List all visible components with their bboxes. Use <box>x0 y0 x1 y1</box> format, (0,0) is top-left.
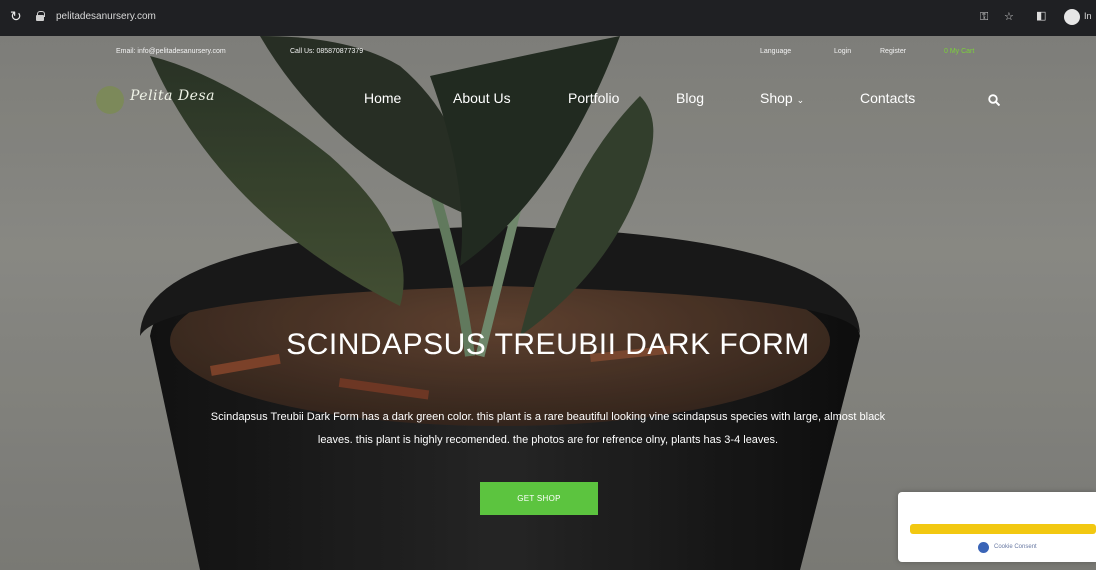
nav-home[interactable]: Home <box>364 90 401 106</box>
avatar[interactable] <box>1064 9 1080 25</box>
nav-portfolio[interactable]: Portfolio <box>568 90 619 106</box>
cookie-consent-widget[interactable]: Cookie Consent <box>898 492 1096 562</box>
phone-link[interactable]: Call Us: 085870877379 <box>290 48 363 55</box>
lock-icon[interactable] <box>36 11 45 21</box>
nav-shop-label: Shop <box>760 90 793 106</box>
cookie-consent-bar[interactable] <box>910 524 1096 534</box>
cookie-consent-label[interactable]: Cookie Consent <box>994 544 1037 550</box>
hero-section: Email: info@pelitadesanursery.com Call U… <box>0 36 1096 570</box>
top-info-bar: Email: info@pelitadesanursery.com Call U… <box>0 36 1096 68</box>
logo-text: Pelita Desa <box>130 88 215 104</box>
cookie-shield-icon <box>978 542 989 553</box>
hero-description-line-2: leaves. this plant is highly recomended.… <box>317 434 779 446</box>
sidebar-icon[interactable]: ◧ <box>1036 9 1046 22</box>
language-dropdown[interactable]: Language <box>760 48 791 55</box>
login-link[interactable]: Login <box>834 48 851 55</box>
key-icon[interactable]: ⚿ <box>980 10 988 24</box>
hero-description: Scindapsus Treubii Dark Form has a dark … <box>90 406 1006 452</box>
profile-label[interactable]: In <box>1084 11 1092 21</box>
nav-blog[interactable]: Blog <box>676 90 704 106</box>
get-shop-button[interactable]: GET SHOP <box>480 482 598 515</box>
browser-toolbar: ↻ pelitadesanursery.com ⚿ ☆ ◧ In <box>0 0 1096 36</box>
email-link[interactable]: Email: info@pelitadesanursery.com <box>116 48 226 55</box>
search-icon[interactable] <box>988 94 1000 106</box>
nav-about-us[interactable]: About Us <box>453 90 511 106</box>
reload-icon[interactable]: ↻ <box>10 9 22 25</box>
nav-shop[interactable]: Shop ⌄ <box>760 90 804 106</box>
cart-link[interactable]: 0 My Cart <box>944 48 974 55</box>
chevron-down-icon: ⌄ <box>796 96 805 106</box>
address-bar[interactable]: pelitadesanursery.com <box>56 11 156 22</box>
nav-contacts[interactable]: Contacts <box>860 90 915 106</box>
logo-leaf-icon <box>96 86 124 114</box>
hero-description-line-1: Scindapsus Treubii Dark Form has a dark … <box>210 411 886 423</box>
register-link[interactable]: Register <box>880 48 906 55</box>
site-logo[interactable]: Pelita Desa <box>96 80 226 120</box>
star-icon[interactable]: ☆ <box>1004 10 1014 23</box>
hero-headline: SCINDAPSUS TREUBII DARK FORM <box>286 328 810 361</box>
